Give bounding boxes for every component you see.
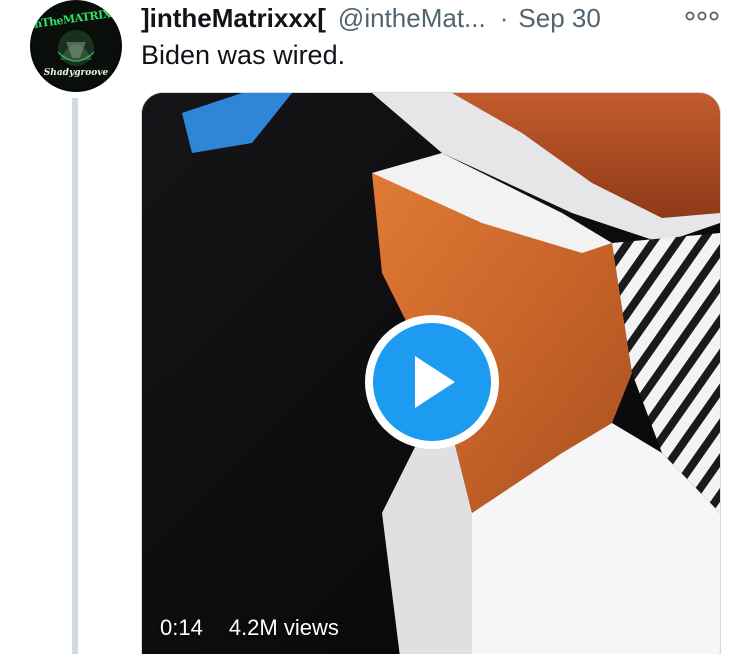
video-meta: 0:14 4.2M views [160, 615, 339, 641]
user-handle[interactable]: @intheMat... [338, 3, 486, 34]
play-button[interactable] [365, 315, 499, 449]
avatar-logo-subtext: Shadygroove [43, 68, 109, 78]
ellipsis-icon [685, 11, 719, 21]
more-options-button[interactable] [684, 6, 720, 26]
play-icon [415, 356, 455, 408]
video-player[interactable]: 0:14 4.2M views [141, 92, 721, 654]
tweet-text: Biden was wired. [141, 40, 346, 70]
tweet-container: inTheMATRIXXX Shadygroove ]intheMatrixxx… [0, 0, 750, 654]
thread-line [72, 98, 78, 654]
play-button-circle [373, 323, 491, 441]
view-count: 4.2M views [228, 615, 339, 640]
separator-dot: · [499, 2, 509, 33]
timestamp[interactable]: Sep 30 [518, 3, 600, 34]
tweet-header: ]intheMatrixxx[ @intheMat... · Sep 30 [141, 0, 601, 36]
video-duration: 0:14 [160, 615, 203, 640]
display-name[interactable]: ]intheMatrixxx[ [141, 3, 326, 34]
avatar[interactable]: inTheMATRIXXX Shadygroove [30, 0, 122, 92]
